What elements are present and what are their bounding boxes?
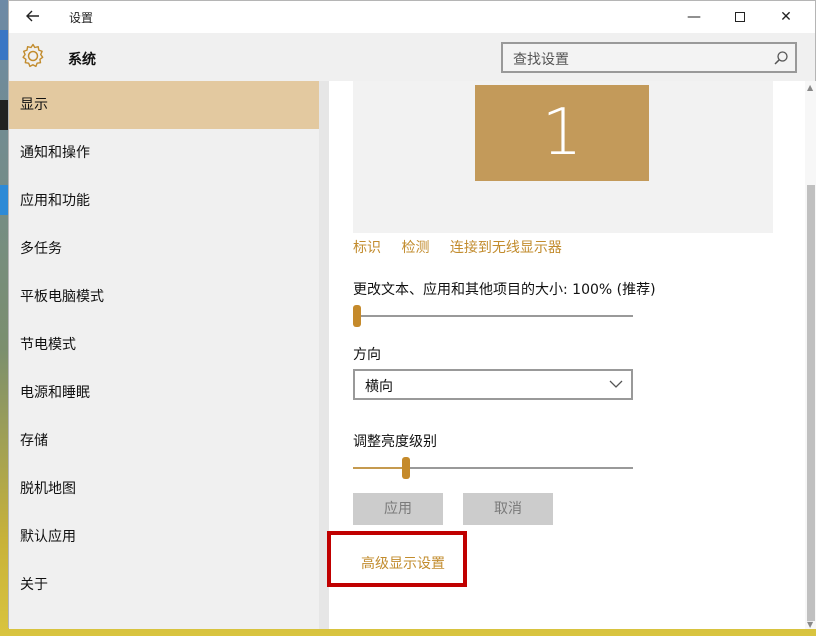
sidebar-item-battery-saver[interactable]: 节电模式 bbox=[9, 321, 329, 369]
identify-link[interactable]: 标识 bbox=[353, 240, 381, 256]
brightness-slider-fill bbox=[353, 467, 402, 469]
sidebar-item-storage[interactable]: 存储 bbox=[9, 417, 329, 465]
scroll-up-icon[interactable]: ▲ bbox=[807, 83, 813, 92]
search-input[interactable]: 查找设置 bbox=[501, 42, 797, 73]
search-placeholder: 查找设置 bbox=[513, 52, 569, 68]
display-links: 标识 检测 连接到无线显示器 bbox=[353, 237, 578, 257]
search-icon[interactable] bbox=[773, 50, 789, 66]
close-button[interactable]: ✕ bbox=[763, 1, 809, 33]
minimize-button[interactable]: — bbox=[671, 1, 717, 33]
chevron-down-icon bbox=[609, 380, 623, 388]
sidebar-item-offline-maps[interactable]: 脱机地图 bbox=[9, 465, 329, 513]
desktop-background-strip bbox=[0, 0, 8, 636]
content-scrollbar-thumb[interactable] bbox=[807, 185, 815, 621]
orientation-select[interactable]: 横向 bbox=[353, 369, 633, 400]
sidebar-item-multitasking[interactable]: 多任务 bbox=[9, 225, 329, 273]
sidebar-item-power-sleep[interactable]: 电源和睡眠 bbox=[9, 369, 329, 417]
sidebar: 显示 通知和操作 应用和功能 多任务 平板电脑模式 节电模式 电源和睡眠 存储 … bbox=[9, 81, 329, 629]
display-content: 1 标识 检测 连接到无线显示器 更改文本、应用和其他项目的大小: 100% (… bbox=[327, 81, 816, 629]
monitor-tile[interactable]: 1 bbox=[475, 85, 649, 181]
desktop-icon bbox=[0, 30, 8, 60]
desktop-icon bbox=[0, 100, 8, 130]
content-scrollbar[interactable]: ▲ ▼ bbox=[805, 81, 816, 629]
section-title: 系统 bbox=[68, 52, 96, 68]
window-title: 设置 bbox=[69, 11, 94, 25]
scroll-down-icon[interactable]: ▼ bbox=[807, 620, 813, 629]
wireless-display-link[interactable]: 连接到无线显示器 bbox=[450, 240, 562, 256]
advanced-display-settings-link[interactable]: 高级显示设置 bbox=[361, 553, 445, 573]
sidebar-item-display[interactable]: 显示 bbox=[9, 81, 329, 129]
maximize-button[interactable] bbox=[717, 1, 763, 33]
scale-slider-track bbox=[353, 315, 633, 317]
orientation-value: 横向 bbox=[365, 379, 393, 395]
sidebar-item-tablet-mode[interactable]: 平板电脑模式 bbox=[9, 273, 329, 321]
gear-icon bbox=[22, 43, 44, 68]
desktop-icon bbox=[0, 185, 8, 215]
maximize-icon bbox=[735, 12, 745, 22]
apply-button[interactable]: 应用 bbox=[353, 493, 443, 525]
title-bar: 设置 — ✕ bbox=[9, 1, 815, 33]
sidebar-item-notifications[interactable]: 通知和操作 bbox=[9, 129, 329, 177]
sidebar-item-apps[interactable]: 应用和功能 bbox=[9, 177, 329, 225]
settings-header: 系统 查找设置 bbox=[9, 33, 815, 81]
scale-label: 更改文本、应用和其他项目的大小: 100% (推荐) bbox=[353, 282, 656, 298]
sidebar-item-about[interactable]: 关于 bbox=[9, 561, 329, 609]
settings-window: 设置 — ✕ 系统 查找设置 显示 通知和操作 应用和功能 多任务 平板电脑模式… bbox=[8, 0, 816, 629]
sidebar-item-default-apps[interactable]: 默认应用 bbox=[9, 513, 329, 561]
display-preview-area: 1 bbox=[353, 81, 773, 233]
detect-link[interactable]: 检测 bbox=[401, 240, 429, 256]
back-button[interactable] bbox=[21, 6, 45, 28]
brightness-label: 调整亮度级别 bbox=[353, 434, 437, 450]
arrow-left-icon bbox=[26, 10, 39, 22]
orientation-label: 方向 bbox=[353, 347, 381, 363]
brightness-slider-thumb[interactable] bbox=[401, 457, 410, 479]
cancel-button[interactable]: 取消 bbox=[463, 493, 553, 525]
scale-slider-thumb[interactable] bbox=[353, 305, 361, 327]
